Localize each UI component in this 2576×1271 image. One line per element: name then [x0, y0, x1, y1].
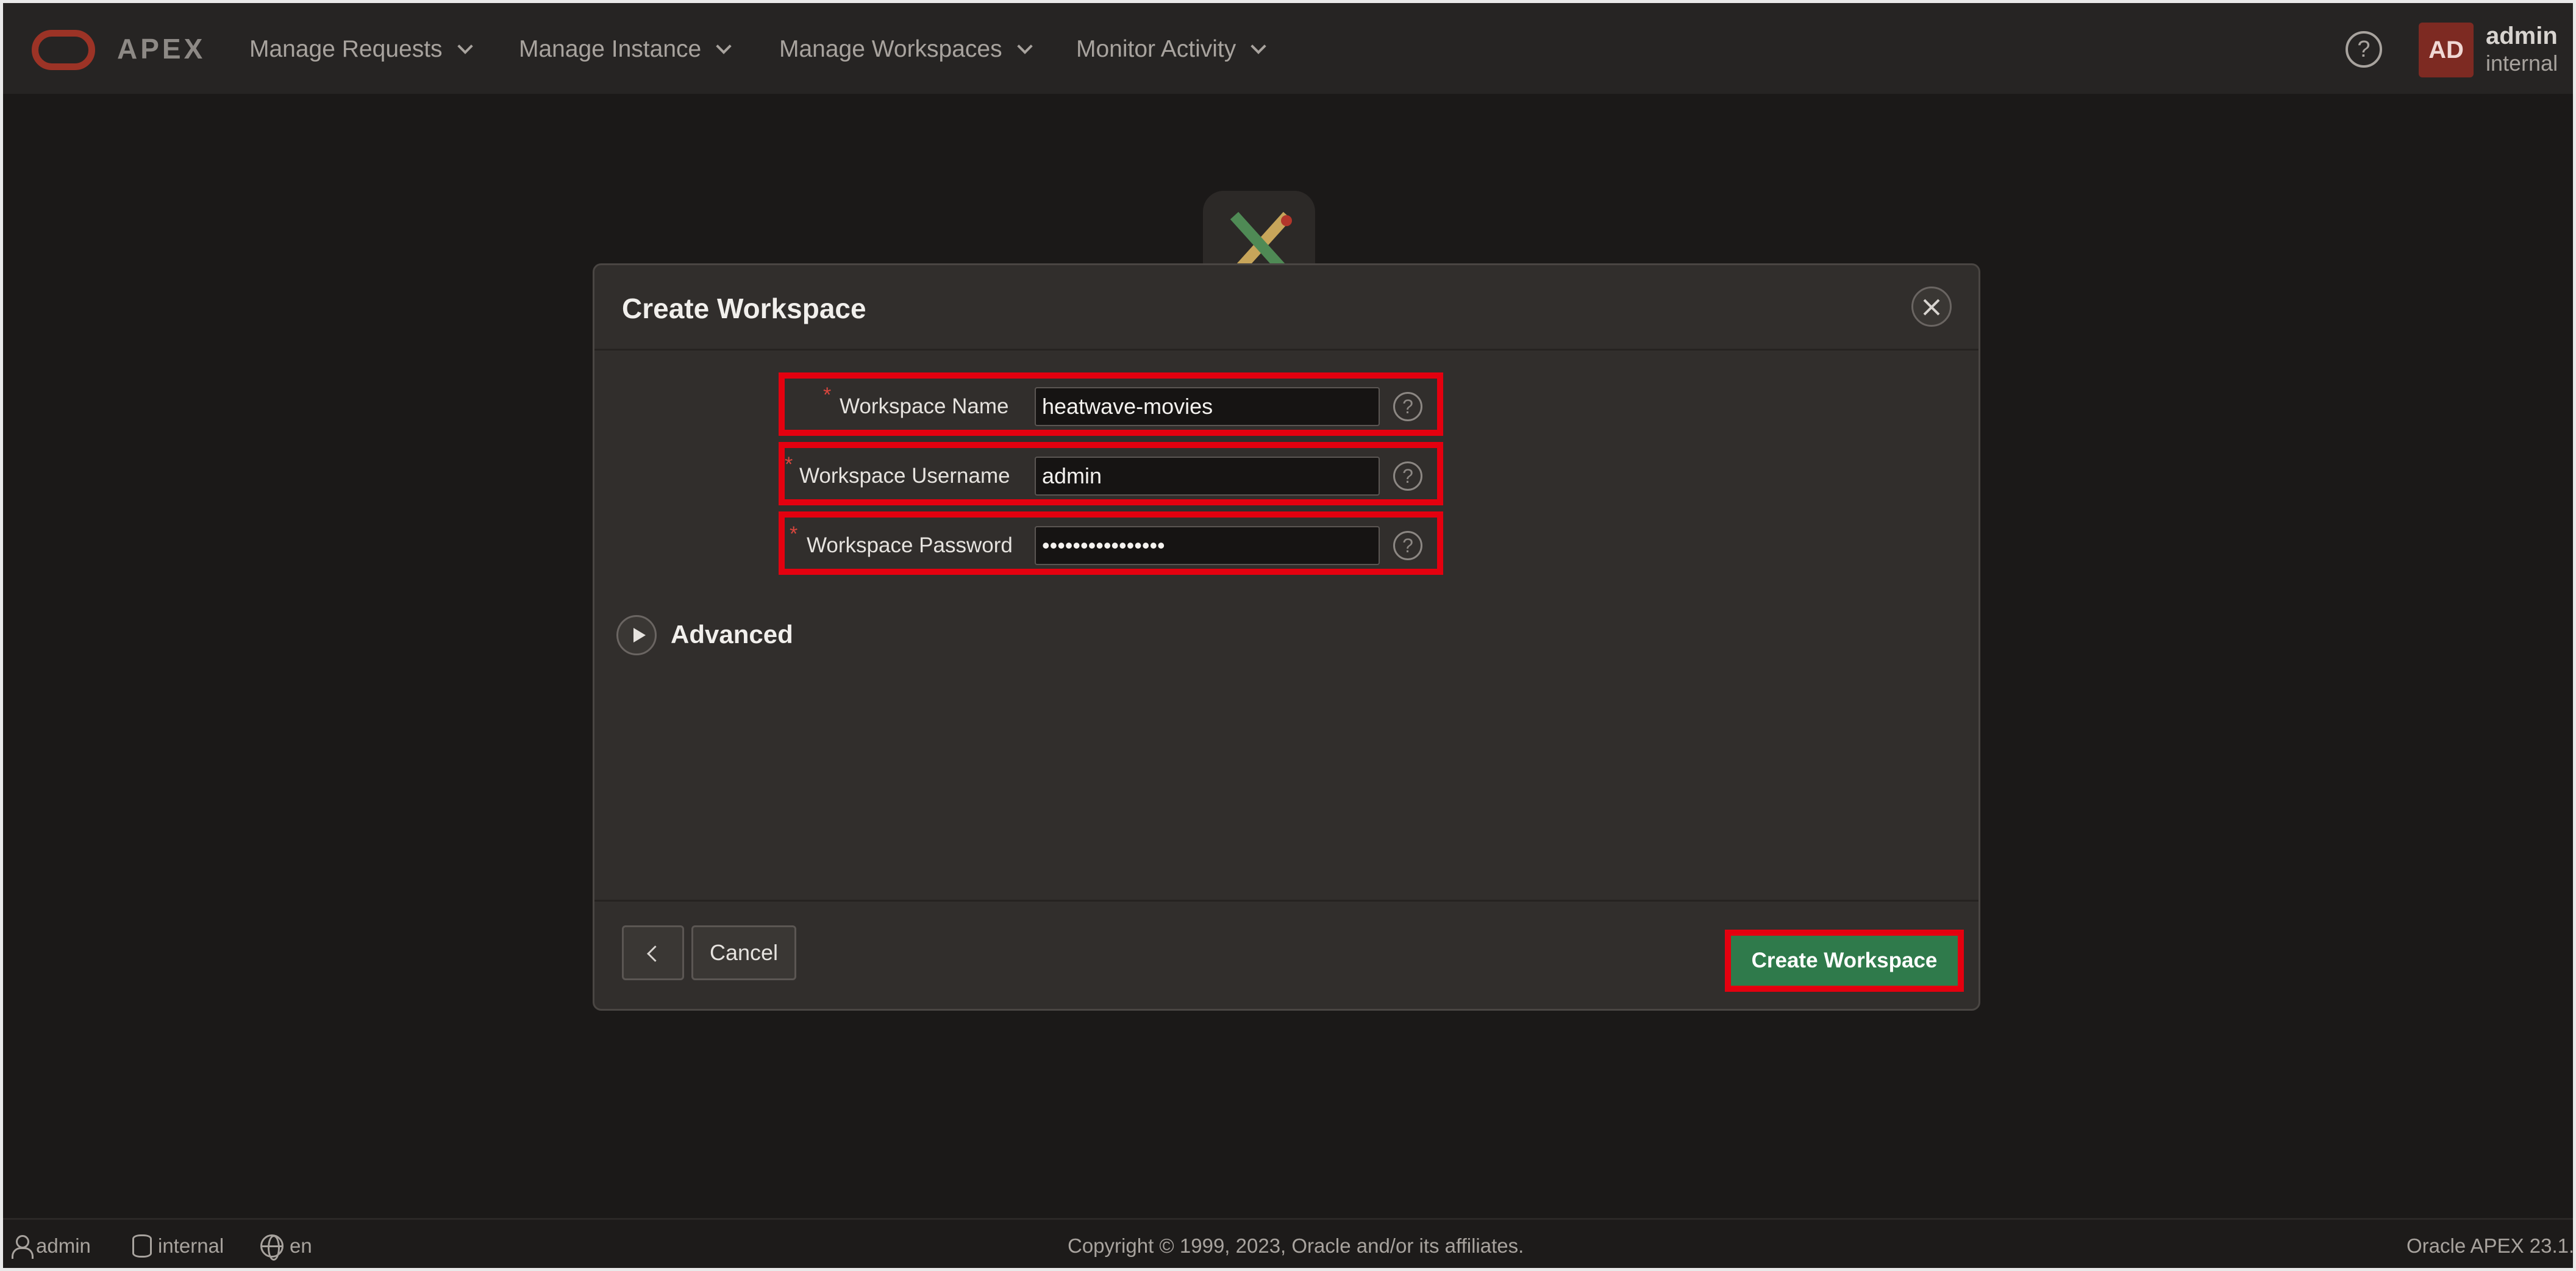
- workspace-name-field: * Workspace Name ?: [779, 372, 1443, 436]
- page-footer: admin internal en Copyright © 1999, 2023…: [3, 1218, 2576, 1268]
- workspace-username-field: * Workspace Username ?: [779, 442, 1443, 505]
- workspace-username-input[interactable]: [1035, 457, 1380, 496]
- nav-manage-workspaces[interactable]: Manage Workspaces: [779, 36, 1033, 63]
- create-workspace-highlight: Create Workspace: [1725, 930, 1964, 992]
- footer-copyright: Copyright © 1999, 2023, Oracle and/or it…: [1068, 1234, 1524, 1257]
- workspace-username-label: Workspace Username: [799, 464, 1010, 488]
- cancel-button[interactable]: Cancel: [691, 925, 796, 980]
- advanced-section-label[interactable]: Advanced: [671, 620, 793, 649]
- workspace-password-label: Workspace Password: [807, 533, 1013, 557]
- top-navigation-bar: APEX Manage Requests Manage Instance Man…: [3, 3, 2573, 94]
- user-workspace: internal: [2486, 51, 2558, 76]
- help-icon[interactable]: ?: [1393, 531, 1422, 560]
- footer-version: Oracle APEX 23.1.5: [2407, 1234, 2576, 1257]
- back-button[interactable]: [622, 925, 684, 980]
- globe-icon: [260, 1234, 284, 1261]
- chevron-down-icon: [1016, 38, 1033, 54]
- oracle-logo-icon[interactable]: [32, 30, 95, 70]
- footer-workspace-label: internal: [158, 1234, 224, 1257]
- nav-manage-instance[interactable]: Manage Instance: [519, 36, 732, 63]
- workspace-name-label: Workspace Name: [840, 394, 1009, 418]
- nav-label: Manage Workspaces: [779, 36, 1002, 62]
- workspace-name-input[interactable]: [1035, 387, 1380, 426]
- help-icon[interactable]: ?: [1393, 461, 1422, 491]
- footer-divider: [594, 900, 1978, 902]
- footer-user[interactable]: admin: [12, 1234, 91, 1259]
- nav-label: Monitor Activity: [1076, 36, 1236, 62]
- required-marker: *: [785, 453, 793, 476]
- workspace-password-input[interactable]: [1035, 526, 1380, 565]
- nav-manage-requests[interactable]: Manage Requests: [249, 36, 473, 63]
- chevron-down-icon: [716, 38, 732, 54]
- avatar[interactable]: AD: [2419, 23, 2474, 77]
- help-icon[interactable]: ?: [2346, 31, 2382, 68]
- create-workspace-button[interactable]: Create Workspace: [1731, 936, 1958, 986]
- workspace-password-field: * Workspace Password ?: [779, 511, 1443, 575]
- footer-user-label: admin: [36, 1234, 91, 1257]
- nav-label: Manage Requests: [249, 36, 443, 62]
- footer-language-label: en: [290, 1234, 312, 1257]
- nav-monitor-activity[interactable]: Monitor Activity: [1076, 36, 1266, 63]
- dialog-title: Create Workspace: [622, 293, 866, 324]
- create-workspace-dialog: Create Workspace * Workspace Name ? * Wo…: [593, 263, 1980, 1011]
- nav-label: Manage Instance: [519, 36, 702, 62]
- footer-language[interactable]: en: [260, 1234, 312, 1261]
- chevron-down-icon: [457, 38, 473, 54]
- footer-workspace[interactable]: internal: [132, 1234, 224, 1258]
- chevron-down-icon: [1251, 38, 1266, 54]
- required-marker: *: [790, 522, 798, 546]
- header-divider: [594, 349, 1978, 351]
- help-icon[interactable]: ?: [1393, 392, 1422, 421]
- pencil-tip-icon: [1281, 215, 1292, 226]
- required-marker: *: [823, 383, 832, 407]
- expand-advanced-icon[interactable]: [616, 615, 657, 655]
- apex-logo-text[interactable]: APEX: [117, 32, 205, 65]
- user-name[interactable]: admin: [2486, 23, 2558, 50]
- close-icon[interactable]: [1911, 287, 1952, 327]
- database-icon: [132, 1234, 152, 1258]
- user-icon: [12, 1235, 34, 1259]
